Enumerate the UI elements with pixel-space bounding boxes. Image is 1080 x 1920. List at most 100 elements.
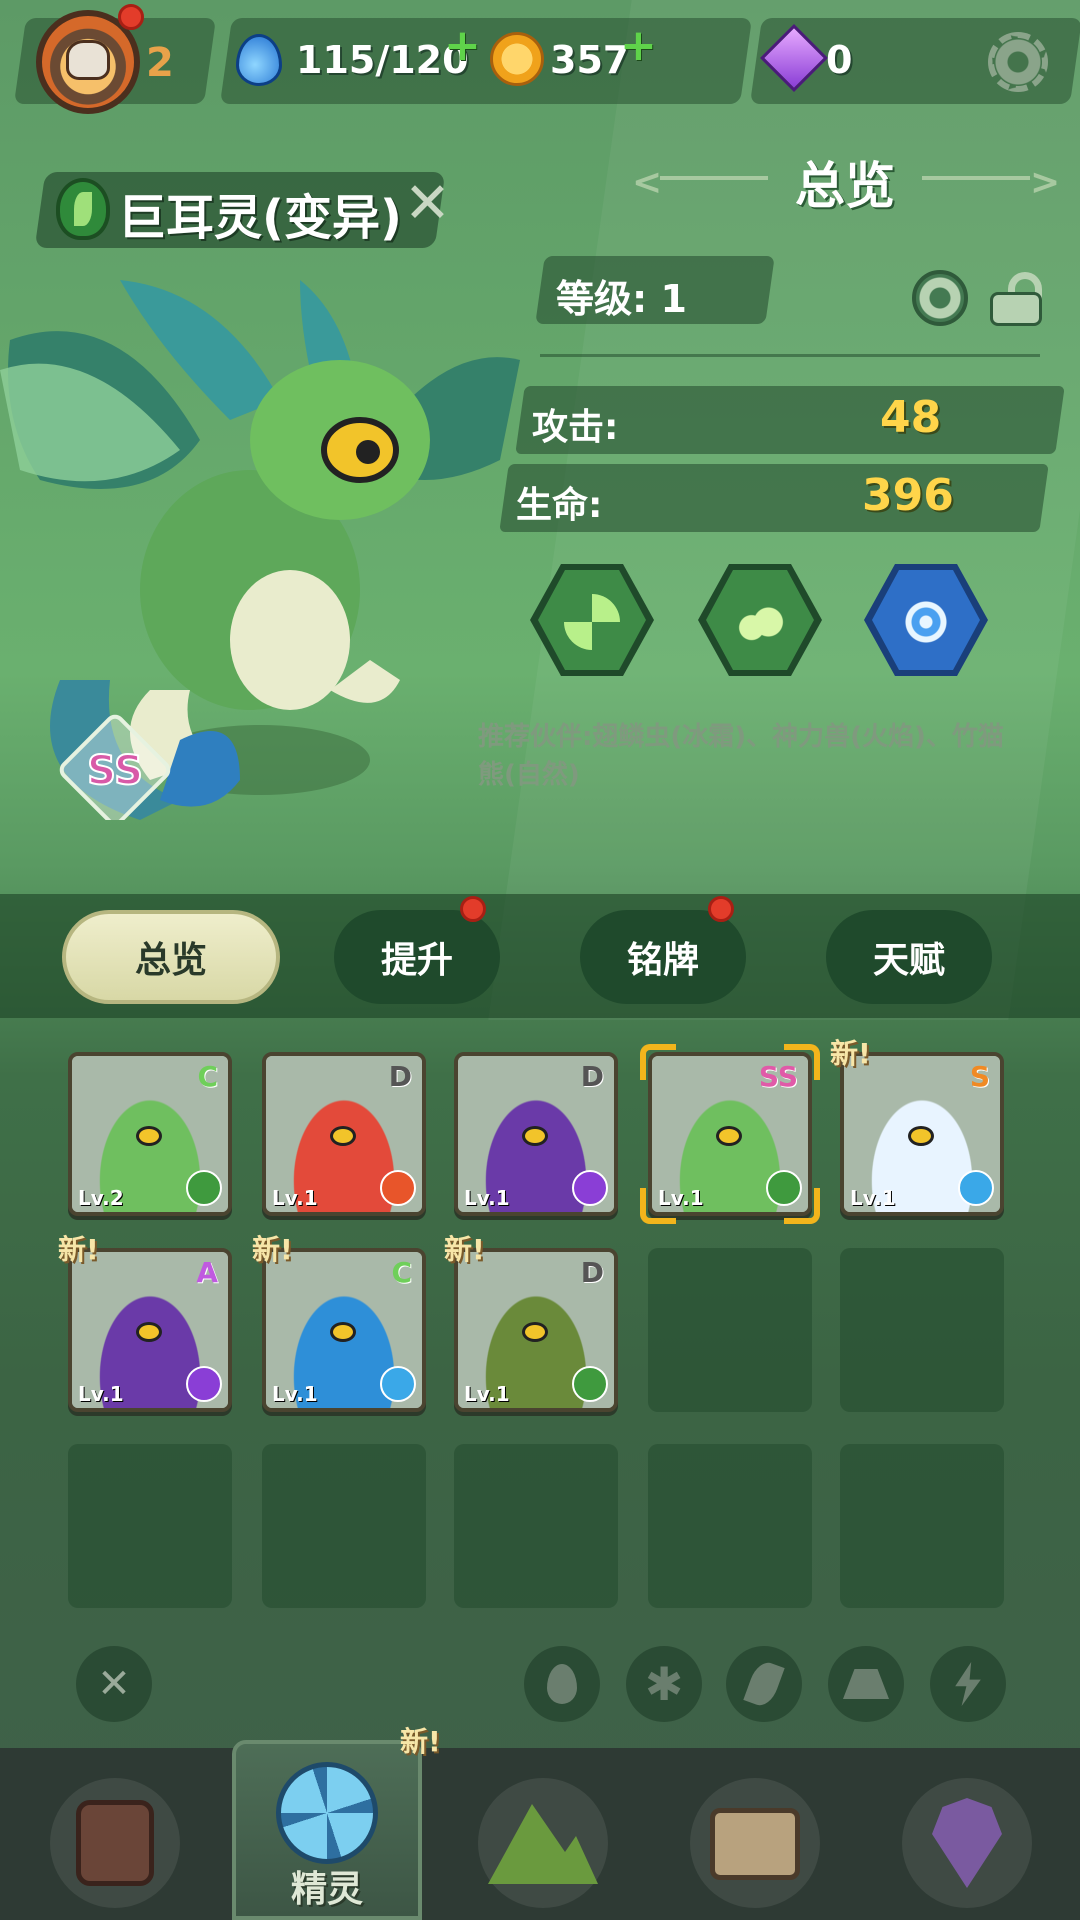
tab-overview-label: 总览 (134, 940, 207, 981)
tablet-icon (76, 1800, 154, 1886)
pet-card-level: Lv.1 (464, 1382, 510, 1406)
empty-slot (68, 1444, 232, 1608)
settings-gear-icon[interactable] (988, 32, 1048, 92)
pet-card-eye (716, 1126, 742, 1146)
add-energy-button[interactable]: + (444, 20, 481, 71)
pet-card-rank: C (197, 1060, 218, 1093)
player-level: 2 (146, 40, 174, 86)
ice-icon: ✱ (644, 1657, 684, 1711)
nav-adventure[interactable] (478, 1778, 608, 1908)
pet-card-level: Lv.2 (78, 1186, 124, 1210)
pet-card[interactable]: D Lv.1 (454, 1248, 618, 1412)
ice-element-icon (380, 1366, 416, 1402)
filter-fire[interactable] (524, 1646, 600, 1722)
filter-thunder[interactable] (930, 1646, 1006, 1722)
attack-value: 48 (880, 392, 942, 443)
gem-value: 0 (826, 38, 853, 82)
ring-icon[interactable] (912, 270, 968, 326)
tab-talent-label: 天赋 (872, 940, 945, 981)
empty-slot (840, 1444, 1004, 1608)
vortex-icon (898, 594, 954, 650)
hp-label: 生命: (516, 485, 603, 526)
empty-slot (648, 1444, 812, 1608)
pet-card-rank: A (196, 1256, 218, 1289)
thunder-element-icon (572, 1170, 608, 1206)
empty-slot (840, 1248, 1004, 1412)
attack-label: 攻击: (532, 407, 619, 448)
tab-nameplate[interactable]: 铭牌 (580, 910, 746, 1004)
nav-bag[interactable] (690, 1778, 820, 1908)
whirlwind-icon (564, 594, 620, 650)
nature-element-icon (572, 1366, 608, 1402)
empty-slot (648, 1248, 812, 1412)
pet-card[interactable]: D Lv.1 (262, 1052, 426, 1216)
level-label: 等级: (556, 277, 648, 321)
nav-map[interactable] (902, 1778, 1032, 1908)
pet-card-eye (908, 1126, 934, 1146)
close-icon[interactable]: ✕ (404, 176, 451, 232)
avatar-notification-dot (118, 4, 144, 30)
pet-card[interactable]: S Lv.1 (840, 1052, 1004, 1216)
nav-tablet[interactable] (50, 1778, 180, 1908)
section-title: 总览 (795, 157, 895, 215)
pet-card-rank: D (580, 1256, 604, 1289)
tab-talent[interactable]: 天赋 (826, 910, 992, 1004)
avatar-face-icon (66, 40, 110, 80)
pet-card-level: Lv.1 (272, 1186, 318, 1210)
pet-card-rank: D (580, 1060, 604, 1093)
coin-icon (490, 32, 544, 86)
unlock-icon[interactable] (990, 272, 1044, 326)
fire-element-icon (380, 1170, 416, 1206)
selection-corner (640, 1188, 676, 1224)
tab-overview[interactable]: 总览 (62, 910, 280, 1004)
tab-nameplate-label: 铭牌 (626, 940, 699, 981)
pet-card-eye (522, 1126, 548, 1146)
filter-earth[interactable] (828, 1646, 904, 1722)
pet-grade-badge: SS (87, 748, 143, 794)
level-label-line: 等级: 1 (556, 268, 687, 323)
coin-value: 357 (550, 38, 630, 82)
pet-card[interactable]: A Lv.1 (68, 1248, 232, 1412)
leaf-icon (743, 1658, 785, 1710)
tab-upgrade-badge (460, 896, 486, 922)
stats-divider (540, 354, 1040, 357)
add-coins-button[interactable]: + (620, 20, 657, 71)
empty-slot (454, 1444, 618, 1608)
pet-card-rank: S (969, 1060, 990, 1093)
nav-new-tag: 新! (400, 1725, 441, 1758)
filter-nature[interactable] (726, 1646, 802, 1722)
earth-icon (843, 1669, 889, 1699)
hp-value: 396 (862, 470, 954, 521)
pet-card-level: Lv.1 (78, 1382, 124, 1406)
tab-nameplate-badge (708, 896, 734, 922)
pet-card[interactable]: D Lv.1 (454, 1052, 618, 1216)
pet-name: 巨耳灵(变异) (118, 190, 402, 246)
seeds-icon (732, 594, 788, 650)
level-value: 1 (660, 277, 687, 321)
filter-ice[interactable]: ✱ (626, 1646, 702, 1722)
new-tag: 新! (58, 1233, 99, 1266)
tab-upgrade[interactable]: 提升 (334, 910, 500, 1004)
pet-card-level: Lv.1 (272, 1382, 318, 1406)
pet-card[interactable]: C Lv.1 (262, 1248, 426, 1412)
map-pin-icon (932, 1798, 1002, 1888)
empty-slot (262, 1444, 426, 1608)
tab-upgrade-label: 提升 (380, 940, 453, 981)
clear-filter-button[interactable]: ✕ (76, 1646, 152, 1722)
new-tag: 新! (444, 1233, 485, 1266)
title-right-ornament-icon: > (1030, 162, 1061, 203)
pet-card-level: Lv.1 (850, 1186, 896, 1210)
pet-card-level: Lv.1 (464, 1186, 510, 1210)
selection-corner (784, 1044, 820, 1080)
close-icon: ✕ (97, 1661, 131, 1707)
pet-card-eye (136, 1126, 162, 1146)
selection-corner (640, 1044, 676, 1080)
pet-card-rank: D (388, 1060, 412, 1093)
nav-spirit-label: 精灵 (290, 1869, 363, 1910)
pet-card-eye (136, 1322, 162, 1342)
title-left-line (660, 176, 768, 180)
pet-card-eye (522, 1322, 548, 1342)
pet-card[interactable]: C Lv.2 (68, 1052, 232, 1216)
chest-icon (710, 1808, 800, 1880)
pet-card-rank: C (391, 1256, 412, 1289)
